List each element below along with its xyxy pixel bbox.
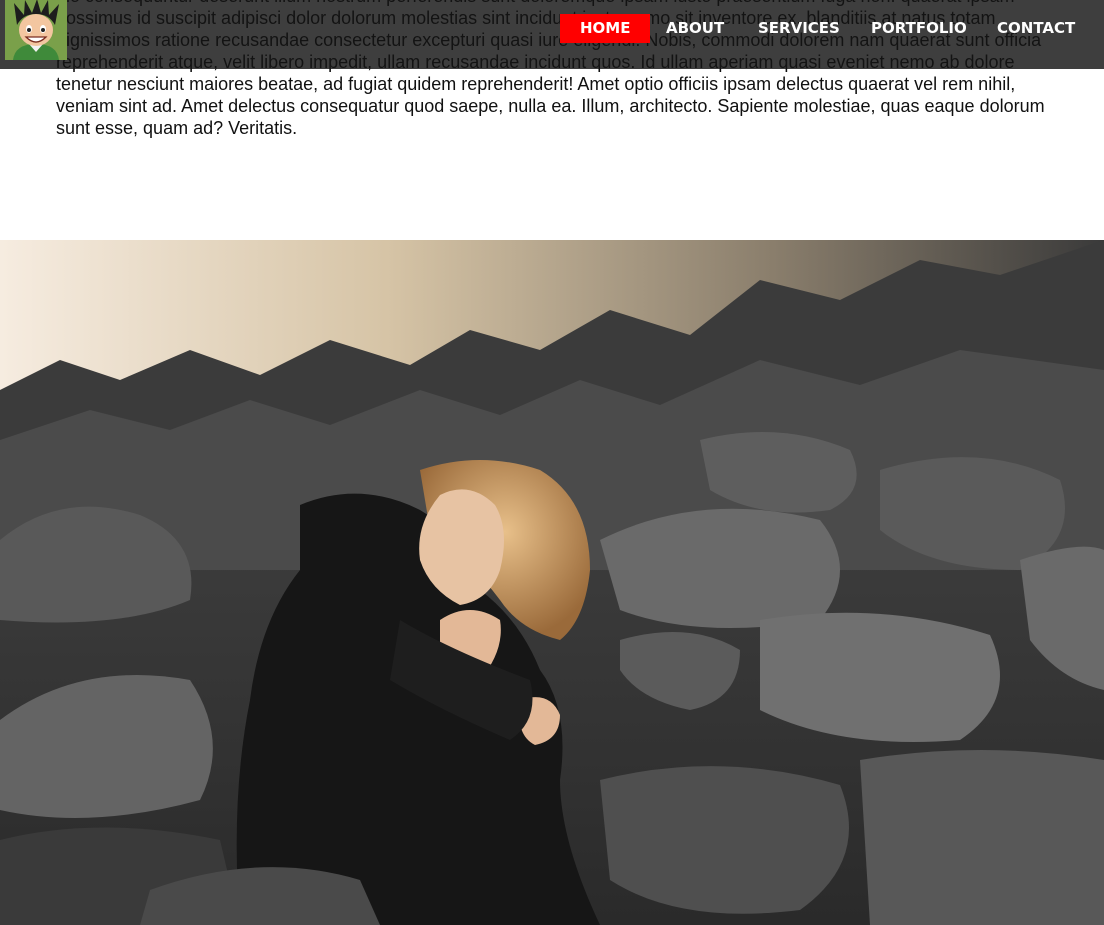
nav-item-about[interactable]: ABOUT bbox=[646, 14, 744, 43]
nav-item-portfolio[interactable]: PORTFOLIO bbox=[851, 14, 987, 43]
nav-item-home[interactable]: HOME bbox=[560, 14, 651, 43]
nav-item-services[interactable]: SERVICES bbox=[738, 14, 860, 43]
woman-on-rocks-photo bbox=[0, 240, 1104, 925]
nav-item-contact[interactable]: CONTACT bbox=[977, 14, 1095, 43]
navbar: HOME ABOUT SERVICES PORTFOLIO CONTACT bbox=[0, 0, 1104, 69]
logo-avatar[interactable] bbox=[5, 0, 67, 60]
hero-photo bbox=[0, 240, 1104, 925]
cartoon-boy-logo-image bbox=[5, 0, 67, 60]
page: dio consequuntur deserunt illum nostrum … bbox=[0, 0, 1104, 925]
